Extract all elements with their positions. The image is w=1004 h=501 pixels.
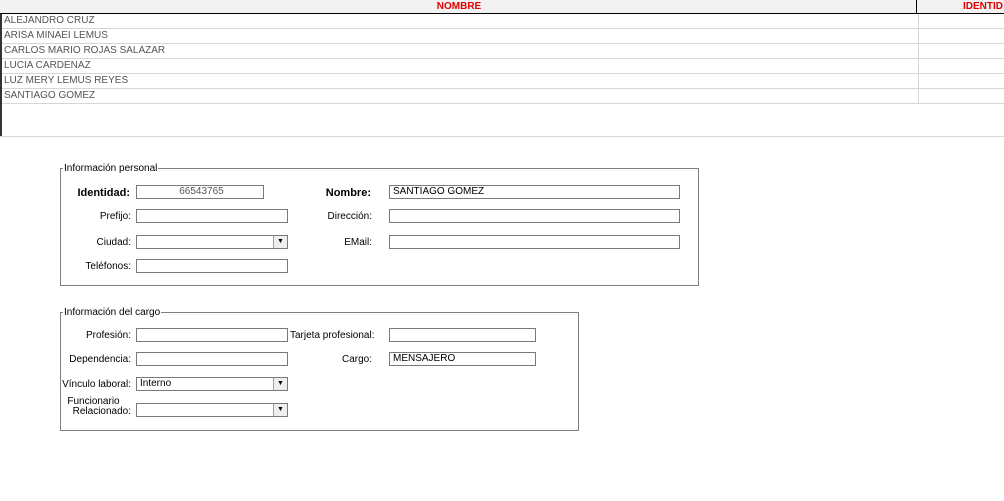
table-row[interactable]: ALEJANDRO CRUZ <box>2 14 1004 29</box>
dependencia-field[interactable] <box>136 352 288 366</box>
personal-info-legend: Información personal <box>64 163 158 174</box>
tarjeta-profesional-label: Tarjeta profesional: <box>290 330 375 341</box>
direccion-label: Dirección: <box>327 211 372 222</box>
grid-header: NOMBRE IDENTID <box>0 0 1004 14</box>
dependencia-label: Dependencia: <box>69 354 131 365</box>
column-header-nombre[interactable]: NOMBRE <box>2 0 917 13</box>
cell-nombre[interactable]: LUZ MERY LEMUS REYES <box>4 74 916 88</box>
chevron-down-icon[interactable]: ▼ <box>273 404 287 416</box>
cell-nombre[interactable]: LUCIA CARDENAZ <box>4 59 916 73</box>
cell-identidad[interactable] <box>918 14 1004 28</box>
prefijo-label: Prefijo: <box>99 211 131 222</box>
profesion-field[interactable] <box>136 328 288 342</box>
vinculo-laboral-label: Vínculo laboral: <box>62 379 131 390</box>
table-row[interactable]: LUCIA CARDENAZ <box>2 59 1004 74</box>
prefijo-field[interactable] <box>136 209 288 223</box>
ciudad-select[interactable]: ▼ <box>136 235 288 249</box>
nombre-label: Nombre: <box>325 187 371 199</box>
cell-identidad[interactable] <box>918 29 1004 43</box>
cargo-info-legend: Información del cargo <box>64 307 161 318</box>
cell-identidad[interactable] <box>918 44 1004 58</box>
cargo-label: Cargo: <box>341 354 372 365</box>
table-row[interactable]: SANTIAGO GOMEZ <box>2 89 1004 104</box>
email-field[interactable] <box>389 235 680 249</box>
funcionario-relacionado-label-line2: Relacionado: <box>72 406 131 417</box>
profesion-label: Profesión: <box>85 330 131 341</box>
employees-grid: NOMBRE IDENTID ALEJANDRO CRUZ ARISA MINA… <box>0 0 1004 137</box>
telefonos-field[interactable] <box>136 259 288 273</box>
cargo-field[interactable]: MENSAJERO <box>389 352 536 366</box>
cell-identidad[interactable] <box>918 74 1004 88</box>
cell-nombre[interactable]: CARLOS MARIO ROJAS SALAZAR <box>4 44 916 58</box>
identidad-field[interactable]: 66543765 <box>136 185 264 199</box>
funcionario-relacionado-select[interactable]: ▼ <box>136 403 288 417</box>
cell-nombre[interactable]: ALEJANDRO CRUZ <box>4 14 916 28</box>
table-row[interactable]: LUZ MERY LEMUS REYES <box>2 74 1004 89</box>
vinculo-laboral-value: Interno <box>140 378 172 389</box>
table-row[interactable]: CARLOS MARIO ROJAS SALAZAR <box>2 44 1004 59</box>
table-row[interactable]: ARISA MINAEI LEMUS <box>2 29 1004 44</box>
chevron-down-icon[interactable]: ▼ <box>273 378 287 390</box>
cell-identidad[interactable] <box>918 59 1004 73</box>
direccion-field[interactable] <box>389 209 680 223</box>
vinculo-laboral-select[interactable]: Interno ▼ <box>136 377 288 391</box>
nombre-field[interactable]: SANTIAGO GOMEZ <box>389 185 680 199</box>
tarjeta-profesional-field[interactable] <box>389 328 536 342</box>
cell-identidad[interactable] <box>918 89 1004 103</box>
grid-rows: ALEJANDRO CRUZ ARISA MINAEI LEMUS CARLOS… <box>2 14 1004 104</box>
cell-nombre[interactable]: SANTIAGO GOMEZ <box>4 89 916 103</box>
chevron-down-icon[interactable]: ▼ <box>273 236 287 248</box>
ciudad-label: Ciudad: <box>96 237 131 248</box>
telefonos-label: Teléfonos: <box>85 261 131 272</box>
column-header-identidad[interactable]: IDENTID <box>918 0 1004 13</box>
identidad-label: Identidad: <box>77 187 130 199</box>
email-label: EMail: <box>344 237 372 248</box>
cell-nombre[interactable]: ARISA MINAEI LEMUS <box>4 29 916 43</box>
